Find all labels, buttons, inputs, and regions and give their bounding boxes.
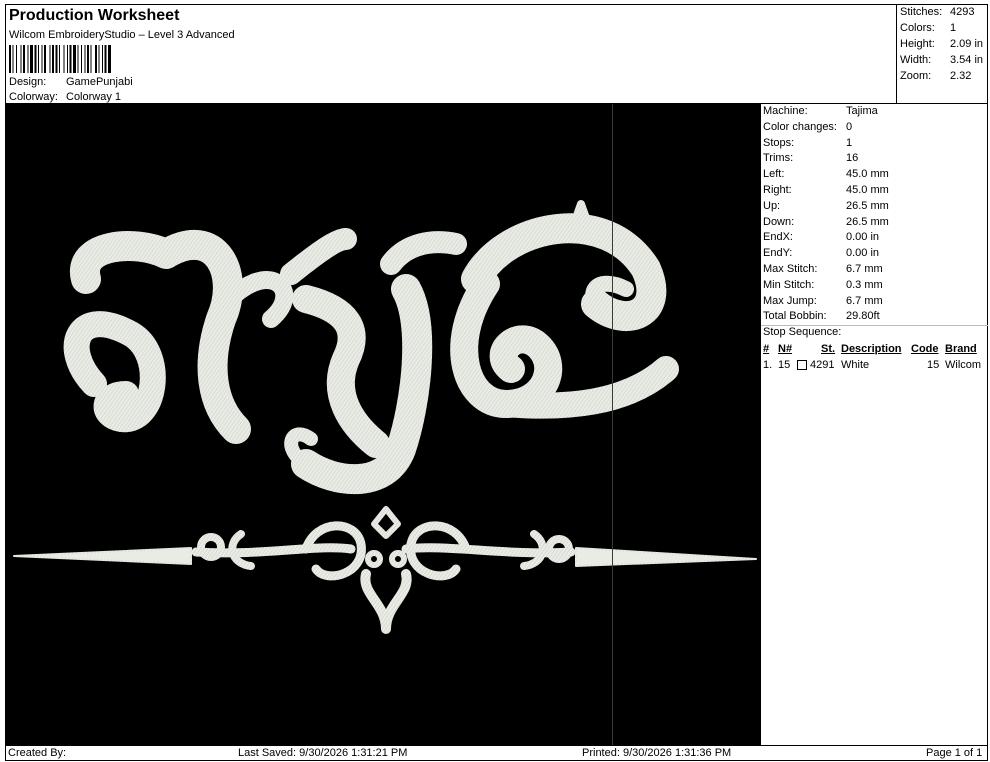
colorway-value: Colorway 1 [66,91,122,103]
property-row: Trims: 16 [763,152,858,164]
property-value: 26.5 mm [846,215,889,228]
design-row: Design: GamePunjabi [9,76,133,88]
barcode [9,45,111,73]
col-header-code: Code [911,343,939,355]
summary-stitches: Stitches: 4293 [900,6,975,18]
summary-colors: Colors: 1 [900,22,957,34]
property-row: Right: 45.0 mm [763,184,889,196]
stop-row-number: 1. [763,359,773,371]
property-row: Down: 26.5 mm [763,216,889,228]
property-row: Stops: 1 [763,137,852,149]
property-label: EndY: [763,247,793,260]
summary-width: Width: 3.54 in [900,54,984,66]
property-row: EndY: 0.00 in [763,247,879,259]
summary-height: Height: 2.09 in [900,38,984,50]
property-value: 0.00 in [846,247,880,260]
col-header-needle: N# [778,343,793,355]
property-value: 6.7 mm [846,263,883,275]
property-value: 45.0 mm [846,168,889,181]
created-by: Created By: [8,747,67,759]
property-value: 26.5 mm [846,199,889,212]
property-label: Left: [763,168,785,181]
property-value: 0 [846,120,853,133]
stop-row-description: White [841,359,870,371]
stop-row-brand: Wilcom [945,359,982,371]
col-header-number: # [763,343,770,355]
property-row: EndX: 0.00 in [763,231,879,243]
design-preview [5,104,760,745]
property-row: Color changes: 0 [763,121,852,133]
property-label: EndX: [763,231,793,244]
worksheet-header: Production Worksheet Wilcom EmbroiderySt… [5,4,988,104]
embroidery-design-image [13,200,757,634]
design-value: GamePunjabi [66,76,133,88]
property-value: 0.00 in [846,231,880,244]
property-label: Color changes: [763,120,837,133]
col-header-brand: Brand [945,343,977,355]
property-row: Left: 45.0 mm [763,168,889,180]
property-label: Total Bobbin: [763,310,827,323]
property-value: 1 [846,136,853,149]
property-row: Max Jump: 6.7 mm [763,295,883,307]
col-header-description: Description [841,343,902,355]
property-value: 45.0 mm [846,184,889,196]
property-row: Max Stitch: 6.7 mm [763,263,883,275]
property-label: Min Stitch: [763,278,815,291]
property-label: Stops: [763,136,795,149]
thread-color-swatch [797,360,807,370]
worksheet-footer: Created By: Last Saved: 9/30/2026 1:31:2… [5,745,988,761]
last-saved: Last Saved: 9/30/2026 1:31:21 PM [238,747,408,759]
design-label: Design: [9,76,47,88]
summary-zoom: Zoom: 2.32 [900,70,972,82]
property-value: 0.3 mm [846,278,883,291]
stop-row-needle: 15 [778,359,791,371]
colorway-row: Colorway: Colorway 1 [9,91,121,103]
header-info: Production Worksheet Wilcom EmbroiderySt… [6,5,896,103]
property-label: Machine: [763,105,808,117]
software-name: Wilcom EmbroideryStudio – Level 3 Advanc… [9,29,235,41]
property-row: Total Bobbin: 29.80ft [763,310,880,322]
center-guide-line [612,104,613,745]
stop-row-code: 15 [927,359,940,371]
stop-sequence-title: Stop Sequence: [763,326,842,338]
property-row: Up: 26.5 mm [763,200,889,212]
colorway-label: Colorway: [9,91,58,103]
page-title: Production Worksheet [9,7,180,24]
properties-panel: Machine: Tajima Color changes: 0 Stops: 1 Trim… [760,104,988,745]
property-row: Min Stitch: 0.3 mm [763,279,883,291]
property-label: Max Jump: [763,294,817,307]
printed-date: Printed: 9/30/2026 1:31:36 PM [582,747,732,759]
property-value: 16 [846,152,859,165]
property-label: Up: [763,199,781,212]
property-label: Max Stitch: [763,263,818,275]
summary-panel: Stitches: 4293 Colors: 1 Height: 2.09 in Wi… [896,5,988,103]
property-label: Down: [763,215,795,228]
property-value: 29.80ft [846,310,880,323]
property-value: 6.7 mm [846,294,883,307]
property-value: Tajima [846,105,878,117]
property-label: Right: [763,184,792,196]
page-number: Page 1 of 1 [926,747,983,759]
property-label: Trims: [763,152,794,165]
property-row: Machine: Tajima [763,105,878,117]
stop-row-stitches: 4291 [810,359,835,371]
col-header-stitches: St. [821,343,836,355]
